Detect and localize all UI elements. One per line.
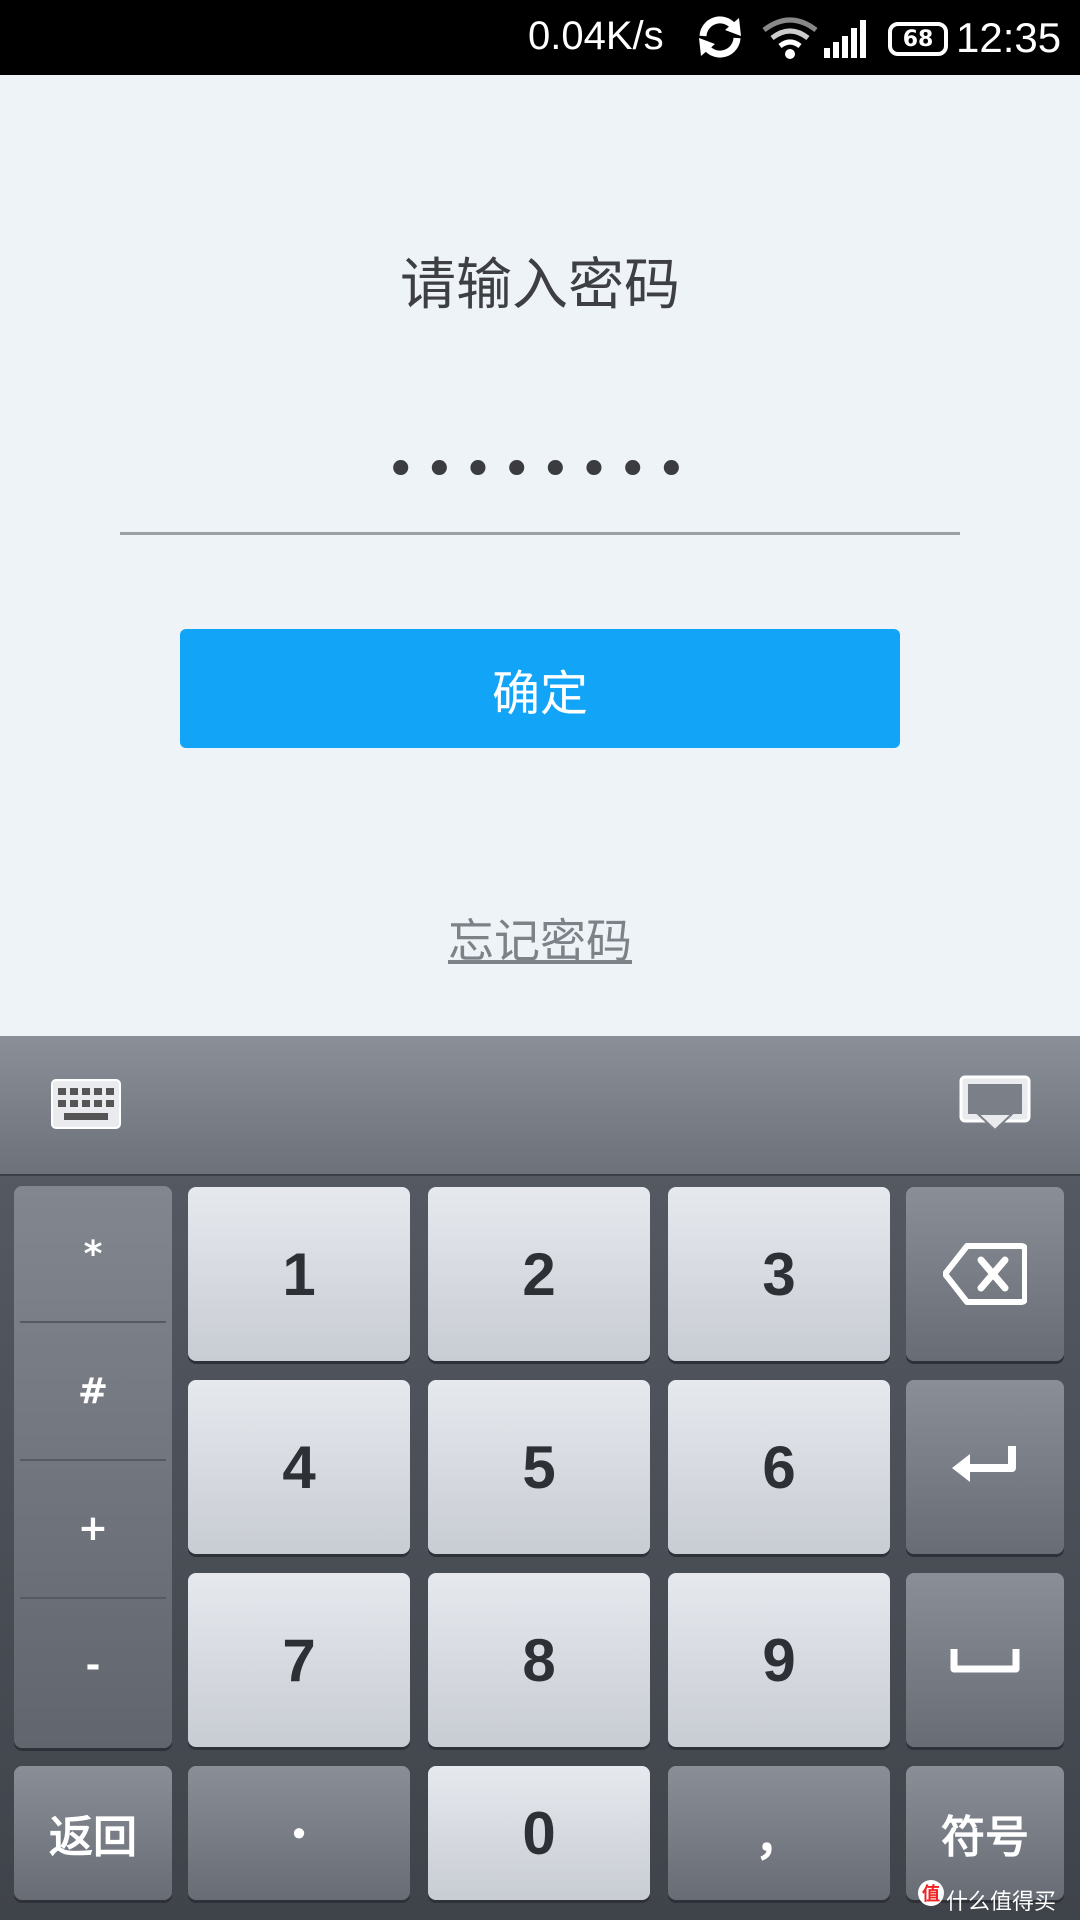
backspace-key[interactable]: [906, 1187, 1064, 1361]
key-1[interactable]: 1: [188, 1187, 410, 1361]
hide-keyboard-icon[interactable]: [958, 1074, 1032, 1134]
watermark-badge: 值: [918, 1880, 944, 1906]
key-9[interactable]: 9: [668, 1573, 890, 1747]
network-speed: 0.04K/s: [528, 14, 664, 58]
symbol-column: * # + -: [14, 1186, 172, 1748]
key-dot[interactable]: •: [188, 1766, 410, 1900]
signal-icon: [824, 20, 866, 58]
key-asterisk[interactable]: *: [14, 1186, 172, 1323]
password-input[interactable]: ••••••••: [0, 440, 1080, 500]
key-comma[interactable]: ，: [668, 1766, 890, 1900]
key-6[interactable]: 6: [668, 1380, 890, 1554]
keyboard-toolbar: [0, 1036, 1080, 1176]
wifi-icon: [762, 17, 818, 59]
enter-key[interactable]: [906, 1380, 1064, 1554]
confirm-button[interactable]: 确定: [180, 629, 900, 748]
key-4[interactable]: 4: [188, 1380, 410, 1554]
key-plus[interactable]: +: [14, 1460, 172, 1597]
forgot-password-link[interactable]: 忘记密码: [0, 905, 1080, 971]
key-2[interactable]: 2: [428, 1187, 650, 1361]
page-title: 请输入密码: [400, 253, 680, 318]
space-icon: [950, 1649, 1020, 1673]
enter-icon: [952, 1446, 1016, 1482]
watermark-text: 什么值得买: [946, 1890, 1057, 1915]
key-3[interactable]: 3: [668, 1187, 890, 1361]
status-bar: 0.04K/s 68 12:35: [0, 0, 1080, 75]
key-minus[interactable]: -: [14, 1597, 172, 1734]
key-7[interactable]: 7: [188, 1573, 410, 1747]
key-hash[interactable]: #: [14, 1323, 172, 1460]
key-0[interactable]: 0: [428, 1766, 650, 1900]
battery-level: 68: [902, 26, 934, 52]
key-5[interactable]: 5: [428, 1380, 650, 1554]
sync-icon: [699, 16, 741, 58]
space-key[interactable]: [906, 1573, 1064, 1747]
back-key[interactable]: 返回: [14, 1766, 172, 1900]
keyboard-icon[interactable]: [50, 1078, 122, 1130]
battery-icon: 68: [888, 22, 948, 56]
key-8[interactable]: 8: [428, 1573, 650, 1747]
password-underline: [120, 532, 960, 535]
clock: 12:35: [956, 14, 1062, 61]
backspace-icon: [943, 1243, 1027, 1305]
